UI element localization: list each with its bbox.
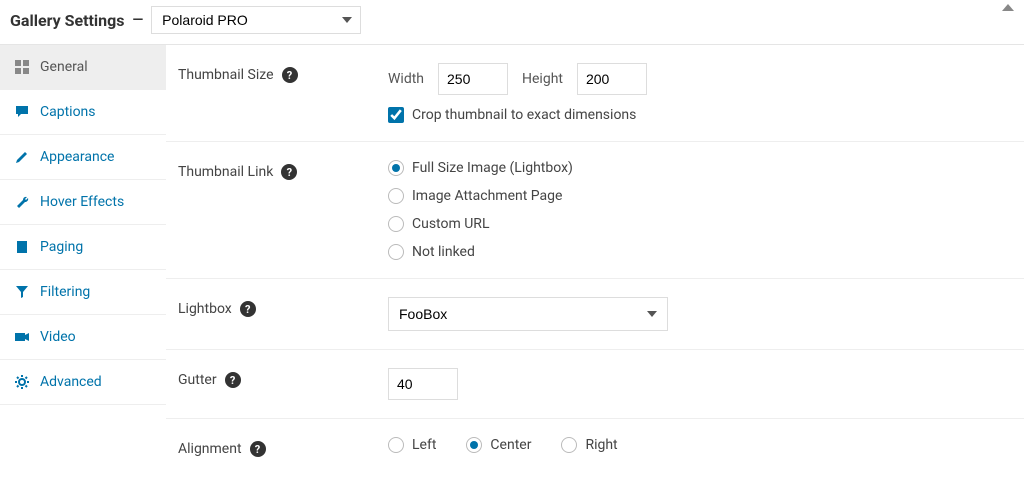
gear-icon: [14, 374, 30, 390]
row-alignment: Alignment ? Left Center Right: [166, 419, 1024, 475]
sidebar-item-video[interactable]: Video: [0, 315, 166, 360]
help-icon[interactable]: ?: [282, 67, 298, 83]
lightbox-select[interactable]: FooBox: [388, 297, 668, 331]
radio-option-notlinked[interactable]: Not linked: [388, 244, 1012, 260]
help-icon[interactable]: ?: [225, 372, 241, 388]
help-icon[interactable]: ?: [240, 301, 256, 317]
label-text: Gutter: [178, 372, 217, 388]
row-label: Gutter ?: [178, 368, 388, 388]
alignment-radios: Left Center Right: [388, 437, 1012, 453]
video-icon: [14, 329, 30, 345]
sidebar-item-filtering[interactable]: Filtering: [0, 270, 166, 315]
page-title: Gallery Settings: [10, 11, 125, 30]
row-thumbnail-link: Thumbnail Link ? Full Size Image (Lightb…: [166, 142, 1024, 279]
help-icon[interactable]: ?: [250, 441, 266, 457]
page-icon: [14, 239, 30, 255]
row-lightbox: Lightbox ? FooBox: [166, 279, 1024, 350]
panel-header: Gallery Settings — Polaroid PRO: [0, 0, 1024, 44]
label-text: Lightbox: [178, 301, 232, 317]
width-input[interactable]: [438, 63, 508, 95]
radio-label: Center: [490, 437, 531, 453]
row-controls: [388, 368, 1012, 400]
sidebar-item-label: General: [40, 59, 88, 75]
row-label: Alignment ?: [178, 437, 388, 457]
radio-option-custom[interactable]: Custom URL: [388, 216, 1012, 232]
thumb-link-radios: Full Size Image (Lightbox) Image Attachm…: [388, 160, 1012, 260]
row-gutter: Gutter ?: [166, 350, 1024, 419]
row-controls: Width Height Crop thumbnail to exact dim…: [388, 63, 1012, 123]
radio-option-center[interactable]: Center: [466, 437, 531, 453]
row-label: Lightbox ?: [178, 297, 388, 317]
collapse-icon[interactable]: [1002, 4, 1014, 11]
sidebar-item-label: Video: [40, 329, 76, 345]
template-select[interactable]: Polaroid PRO: [151, 6, 361, 34]
radio-label: Image Attachment Page: [412, 188, 562, 204]
sidebar-item-captions[interactable]: Captions: [0, 90, 166, 135]
size-inputs: Width Height: [388, 63, 1012, 95]
radio-option-fullsize[interactable]: Full Size Image (Lightbox): [388, 160, 1012, 176]
sidebar-item-hover[interactable]: Hover Effects: [0, 180, 166, 225]
dashboard-icon: [14, 59, 30, 75]
row-label: Thumbnail Size ?: [178, 63, 388, 83]
content-area: Thumbnail Size ? Width Height Crop thumb…: [166, 45, 1024, 475]
filter-icon: [14, 284, 30, 300]
radio-option-attachment[interactable]: Image Attachment Page: [388, 188, 1012, 204]
sidebar-item-general[interactable]: General: [0, 45, 166, 90]
radio-icon: [388, 244, 404, 260]
height-input[interactable]: [577, 63, 647, 95]
radio-icon: [388, 160, 404, 176]
sidebar-item-label: Appearance: [40, 149, 114, 165]
row-controls: Left Center Right: [388, 437, 1012, 453]
sidebar-item-label: Hover Effects: [40, 194, 124, 210]
label-text: Thumbnail Link: [178, 164, 273, 180]
radio-label: Right: [585, 437, 617, 453]
label-text: Alignment: [178, 441, 242, 457]
row-thumbnail-size: Thumbnail Size ? Width Height Crop thumb…: [166, 45, 1024, 142]
settings-panel: General Captions Appearance Hover Effect…: [0, 44, 1024, 475]
radio-label: Custom URL: [412, 216, 489, 232]
label-text: Thumbnail Size: [178, 67, 274, 83]
row-controls: FooBox: [388, 297, 1012, 331]
radio-label: Not linked: [412, 244, 475, 260]
brush-icon: [14, 149, 30, 165]
radio-icon: [561, 437, 577, 453]
gutter-input[interactable]: [388, 368, 458, 400]
sidebar-item-appearance[interactable]: Appearance: [0, 135, 166, 180]
sidebar-item-label: Paging: [40, 239, 83, 255]
title-separator: —: [133, 12, 144, 28]
sidebar: General Captions Appearance Hover Effect…: [0, 45, 166, 475]
radio-icon: [388, 437, 404, 453]
help-icon[interactable]: ?: [281, 164, 297, 180]
sidebar-item-advanced[interactable]: Advanced: [0, 360, 166, 405]
radio-icon: [388, 216, 404, 232]
radio-option-left[interactable]: Left: [388, 437, 436, 453]
height-label: Height: [522, 71, 563, 87]
comment-icon: [14, 104, 30, 120]
row-controls: Full Size Image (Lightbox) Image Attachm…: [388, 160, 1012, 260]
radio-icon: [388, 188, 404, 204]
sidebar-item-label: Advanced: [40, 374, 102, 390]
radio-option-right[interactable]: Right: [561, 437, 617, 453]
sidebar-item-label: Captions: [40, 104, 96, 120]
radio-icon: [466, 437, 482, 453]
crop-label: Crop thumbnail to exact dimensions: [412, 107, 636, 123]
sidebar-item-label: Filtering: [40, 284, 90, 300]
crop-check-row: Crop thumbnail to exact dimensions: [388, 107, 1012, 123]
width-label: Width: [388, 71, 424, 87]
radio-label: Full Size Image (Lightbox): [412, 160, 573, 176]
wrench-icon: [14, 194, 30, 210]
sidebar-item-paging[interactable]: Paging: [0, 225, 166, 270]
radio-label: Left: [412, 437, 436, 453]
crop-checkbox[interactable]: [388, 107, 404, 123]
row-label: Thumbnail Link ?: [178, 160, 388, 180]
